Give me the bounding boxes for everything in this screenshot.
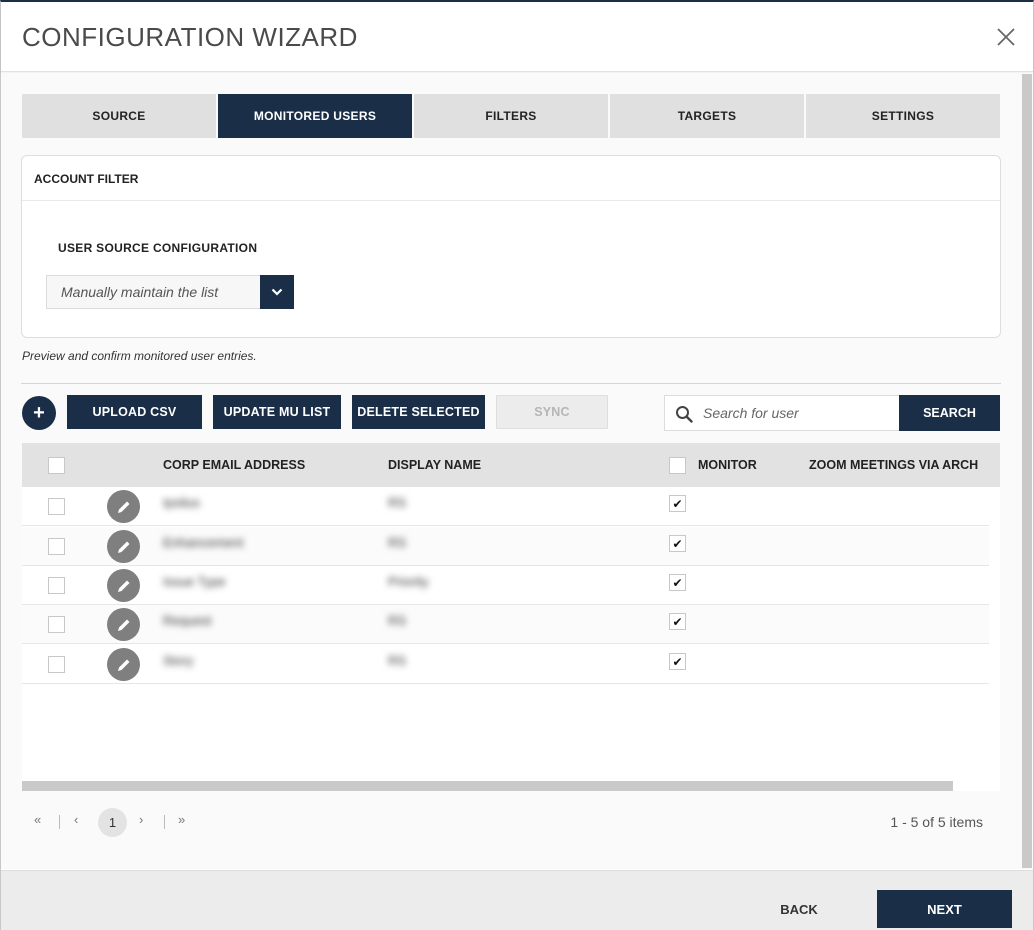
monitor-checkbox[interactable]: ✔ (669, 653, 686, 670)
dialog-title: CONFIGURATION WIZARD (22, 22, 358, 52)
user-source-value: Manually maintain the list (61, 284, 219, 300)
display-name-cell: RS (388, 495, 407, 510)
search-icon (676, 406, 693, 423)
tab-settings[interactable]: SETTINGS (806, 94, 1000, 138)
pager-separator (59, 815, 60, 829)
edit-row-button[interactable] (107, 569, 140, 602)
horizontal-scrollbar[interactable] (22, 781, 953, 791)
table-row: Request RS ✔ (22, 605, 989, 644)
pencil-icon (117, 501, 129, 513)
preview-hint: Preview and confirm monitored user entri… (22, 349, 257, 363)
monitor-checkbox[interactable]: ✔ (669, 495, 686, 512)
email-cell: Issue Type (163, 574, 226, 589)
column-header-display-name[interactable]: DISPLAY NAME (388, 458, 481, 472)
tab-targets[interactable]: TARGETS (610, 94, 804, 138)
page-1-button[interactable]: 1 (98, 808, 127, 837)
row-checkbox[interactable] (48, 656, 65, 673)
dialog-header: CONFIGURATION WIZARD (1, 2, 1033, 72)
sync-button[interactable]: SYNC (496, 395, 608, 429)
pager-info: 1 - 5 of 5 items (890, 814, 983, 830)
edit-row-button[interactable] (107, 608, 140, 641)
column-header-monitor[interactable]: MONITOR (698, 458, 757, 472)
pencil-icon (117, 619, 129, 631)
pagination: « ‹ 1 › » 1 - 5 of 5 items (22, 806, 1000, 838)
email-cell: Enhancement (163, 535, 244, 550)
divider (21, 383, 1001, 384)
add-user-button[interactable]: + (22, 396, 56, 430)
close-icon[interactable] (995, 26, 1017, 48)
monitor-checkbox[interactable]: ✔ (669, 535, 686, 552)
email-cell: Ipsilus (163, 495, 200, 510)
tab-source[interactable]: SOURCE (22, 94, 216, 138)
chevron-down-icon (271, 288, 283, 296)
pencil-icon (117, 580, 129, 592)
email-cell: Story (163, 653, 194, 668)
tab-monitored-users[interactable]: MONITORED USERS (218, 94, 412, 138)
edit-row-button[interactable] (107, 530, 140, 563)
delete-selected-button[interactable]: DELETE SELECTED (352, 395, 485, 429)
monitor-checkbox[interactable]: ✔ (669, 574, 686, 591)
pager-separator (164, 815, 165, 829)
column-header-email[interactable]: CORP EMAIL ADDRESS (163, 458, 305, 472)
monitor-all-checkbox[interactable] (669, 457, 686, 474)
user-source-select[interactable]: Manually maintain the list (46, 275, 294, 309)
table-row: Story RS ✔ (22, 645, 989, 684)
account-filter-card: ACCOUNT FILTER USER SOURCE CONFIGURATION… (21, 155, 1001, 338)
column-header-zoom-meetings[interactable]: ZOOM MEETINGS VIA ARCH (809, 458, 978, 472)
row-checkbox[interactable] (48, 616, 65, 633)
search-box (664, 395, 900, 431)
account-filter-title: ACCOUNT FILTER (22, 156, 1000, 201)
edit-row-button[interactable] (107, 648, 140, 681)
wizard-tabs: SOURCE MONITORED USERS FILTERS TARGETS S… (22, 94, 1000, 138)
tab-filters[interactable]: FILTERS (414, 94, 608, 138)
update-mu-list-button[interactable]: UPDATE MU LIST (213, 395, 341, 429)
display-name-cell: RS (388, 613, 407, 628)
user-source-label: USER SOURCE CONFIGURATION (58, 241, 258, 255)
dropdown-button[interactable] (260, 275, 294, 309)
search-button[interactable]: SEARCH (899, 395, 1000, 431)
select-all-checkbox[interactable] (48, 457, 65, 474)
back-button[interactable]: BACK (759, 890, 839, 928)
row-checkbox[interactable] (48, 577, 65, 594)
table-row: Enhancement RS ✔ (22, 527, 989, 566)
grid-header: CORP EMAIL ADDRESS DISPLAY NAME MONITOR … (22, 443, 1000, 487)
next-page-button[interactable]: › (139, 812, 143, 827)
table-row: Issue Type Priority ✔ (22, 566, 989, 605)
monitored-users-grid: CORP EMAIL ADDRESS DISPLAY NAME MONITOR … (22, 443, 1000, 791)
first-page-button[interactable]: « (34, 812, 41, 827)
row-checkbox[interactable] (48, 538, 65, 555)
email-cell: Request (163, 613, 212, 628)
configuration-wizard-dialog: CONFIGURATION WIZARD SOURCE MONITORED US… (0, 0, 1034, 930)
row-checkbox[interactable] (48, 498, 65, 515)
display-name-cell: Priority (388, 574, 429, 589)
pencil-icon (117, 659, 129, 671)
vertical-scrollbar[interactable] (1022, 74, 1032, 868)
pencil-icon (117, 541, 129, 553)
next-button[interactable]: NEXT (877, 890, 1012, 928)
edit-row-button[interactable] (107, 490, 140, 523)
dialog-footer: BACK NEXT (1, 870, 1033, 930)
display-name-cell: RS (388, 535, 407, 550)
last-page-button[interactable]: » (178, 812, 185, 827)
upload-csv-button[interactable]: UPLOAD CSV (67, 395, 202, 429)
table-row: Ipsilus RS ✔ (22, 487, 989, 526)
monitor-checkbox[interactable]: ✔ (669, 613, 686, 630)
display-name-cell: RS (388, 653, 407, 668)
prev-page-button[interactable]: ‹ (74, 812, 78, 827)
search-input[interactable] (703, 400, 893, 426)
